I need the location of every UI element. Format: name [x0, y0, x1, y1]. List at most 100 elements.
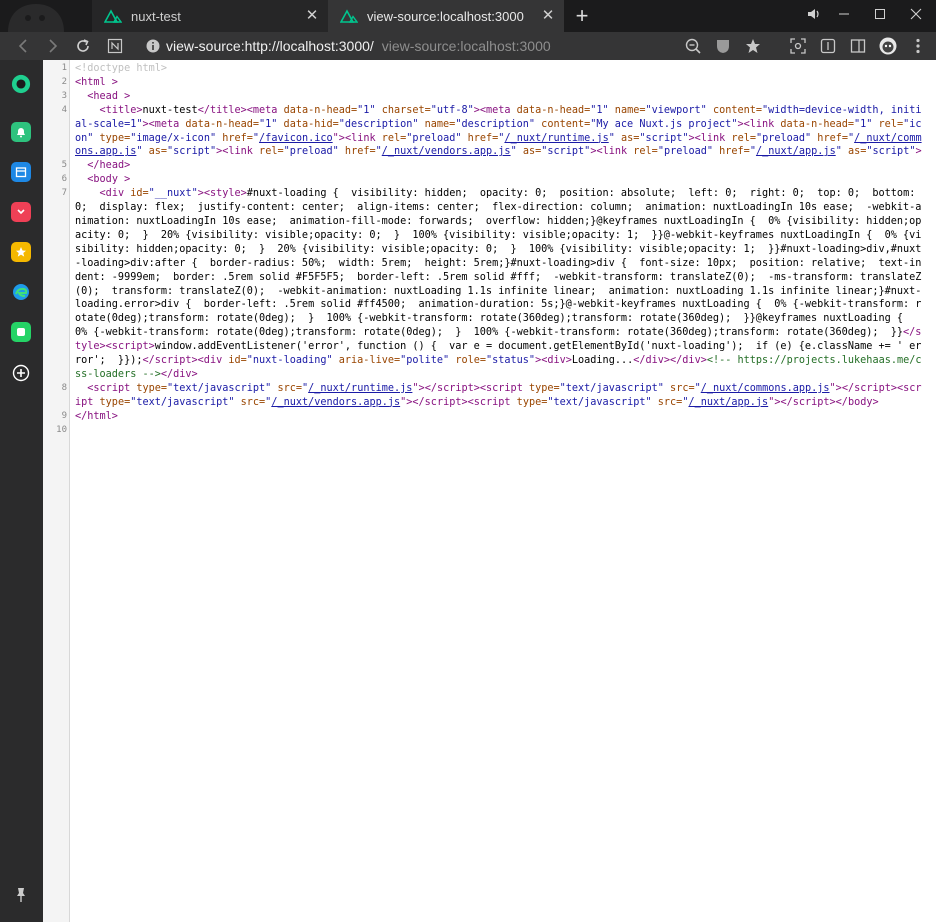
attr: type=: [93, 132, 131, 144]
tag: <link: [694, 132, 726, 144]
reload-button[interactable]: [72, 36, 94, 56]
sidebar-toggle-icon[interactable]: [847, 36, 869, 56]
attr-value: "nuxt-loading": [246, 355, 333, 367]
tag: <div>: [541, 355, 572, 367]
site-info-icon[interactable]: [146, 39, 160, 53]
tag: <style>: [203, 188, 247, 200]
attr-value: "description": [338, 118, 419, 130]
tab-title: nuxt-test: [131, 8, 181, 24]
tag: <script: [467, 396, 511, 408]
source-line-1: 1 <!doctype html>: [43, 62, 936, 76]
attr: data-n-head=: [179, 118, 260, 130]
minimize-button[interactable]: [826, 0, 862, 28]
attr: content=: [535, 118, 591, 130]
attr: data-n-head=: [774, 118, 854, 130]
shield-icon[interactable]: [712, 36, 734, 56]
attr: href=: [461, 132, 499, 144]
reader-mode-button[interactable]: [104, 36, 126, 56]
edge-icon[interactable]: [11, 282, 31, 302]
tag: <div: [99, 188, 125, 200]
title-text: nuxt-test: [142, 104, 198, 116]
html-close-tag: </html>: [75, 410, 118, 422]
tag: <link: [344, 132, 376, 144]
tag: <link: [596, 146, 628, 158]
attr-value: "script": [639, 132, 689, 144]
attr-value: "1": [854, 118, 873, 130]
new-tab-button[interactable]: +: [572, 5, 592, 27]
tab-view-source[interactable]: view-source:localhost:3000 ✕: [328, 0, 564, 32]
tag: </div></div>: [633, 355, 707, 367]
profile-avatar[interactable]: [877, 36, 899, 56]
tag: </div>: [160, 368, 198, 380]
tag: ">: [829, 382, 842, 394]
close-tab-icon[interactable]: ✕: [305, 8, 319, 23]
view-source-page[interactable]: 1 <!doctype html> 2 <html > 3 <head > 4 …: [43, 60, 936, 922]
vendors-script-link[interactable]: /_nuxt/vendors.app.js: [271, 397, 400, 408]
address-bar[interactable]: view-source:http://localhost:3000/ view-…: [140, 34, 680, 58]
attr: rel=: [252, 146, 284, 158]
attr: id=: [124, 188, 149, 200]
close-window-button[interactable]: [898, 0, 934, 28]
menu-icon[interactable]: [907, 36, 929, 56]
line-number: 5: [61, 160, 67, 171]
add-panel-icon[interactable]: [11, 363, 31, 383]
source-line-4: 4 <title>nuxt-test</title><meta data-n-h…: [43, 104, 936, 160]
attr: as=: [614, 132, 640, 144]
vpn-icon[interactable]: [11, 74, 31, 94]
tag: <meta: [479, 104, 511, 116]
runtime-link[interactable]: /_nuxt/runtime.js: [504, 133, 608, 144]
commons-script-link[interactable]: /_nuxt/commons.app.js: [701, 383, 830, 394]
app-script-link[interactable]: /_nuxt/app.js: [688, 397, 768, 408]
vendors-link[interactable]: /_nuxt/vendors.app.js: [382, 146, 511, 157]
bookmark-star-icon[interactable]: [742, 36, 764, 56]
browser-logo-icon: [8, 4, 64, 32]
maximize-button[interactable]: [862, 0, 898, 28]
attr: type=: [522, 382, 560, 394]
attr-value: "script": [167, 146, 217, 158]
notification-icon[interactable]: [11, 122, 31, 142]
whatsapp-icon[interactable]: [11, 322, 31, 342]
head-close-tag: </head>: [87, 160, 131, 172]
bookmark-star-icon[interactable]: [11, 242, 31, 262]
attr: href=: [216, 132, 253, 144]
runtime-script-link[interactable]: /_nuxt/runtime.js: [308, 383, 412, 394]
line-number: 8: [61, 382, 67, 393]
attr: data-n-head=: [277, 104, 358, 116]
pin-icon[interactable]: [11, 885, 31, 905]
source-line-9: 9 </html>: [43, 410, 936, 424]
attr: src=: [651, 396, 683, 408]
tag: </script>: [412, 396, 468, 408]
app-link[interactable]: /_nuxt/app.js: [756, 146, 836, 157]
tag: >: [915, 146, 922, 158]
zoom-icon[interactable]: [682, 36, 704, 56]
tag: <script>: [105, 341, 155, 353]
attr: role=: [449, 355, 486, 367]
favicon-link[interactable]: /favicon.ico: [259, 133, 333, 144]
attr-value: "preload": [657, 146, 714, 158]
tag: <link: [743, 118, 775, 130]
attr: href=: [811, 132, 848, 144]
tab-nuxt-test[interactable]: nuxt-test ✕: [92, 0, 328, 32]
screenshot-icon[interactable]: [787, 36, 809, 56]
attr-value: "preload": [406, 132, 462, 144]
back-button[interactable]: [12, 36, 34, 56]
doctype: <!doctype html>: [75, 63, 168, 74]
calendar-icon[interactable]: [11, 162, 31, 182]
close-tab-icon[interactable]: ✕: [541, 8, 555, 23]
forward-button[interactable]: [42, 36, 64, 56]
line-number: 6: [61, 174, 67, 185]
attr: rel=: [872, 118, 904, 130]
pocket-icon[interactable]: [11, 202, 31, 222]
attr-value: "text/javascript": [130, 396, 235, 408]
source-code[interactable]: 1 <!doctype html> 2 <html > 3 <head > 4 …: [43, 62, 936, 437]
attr-value: "My ace Nuxt.js project": [590, 118, 738, 130]
attr: id=: [222, 355, 247, 367]
tab-title: view-source:localhost:3000: [367, 8, 524, 24]
source-line-10: 10: [43, 424, 936, 438]
attr-value: "utf-8": [430, 104, 474, 116]
reading-view-icon[interactable]: [817, 36, 839, 56]
tag: </script>: [780, 396, 836, 408]
attr: content=: [706, 104, 763, 116]
attr-value: "1": [259, 118, 278, 130]
line-number: 9: [61, 410, 67, 421]
